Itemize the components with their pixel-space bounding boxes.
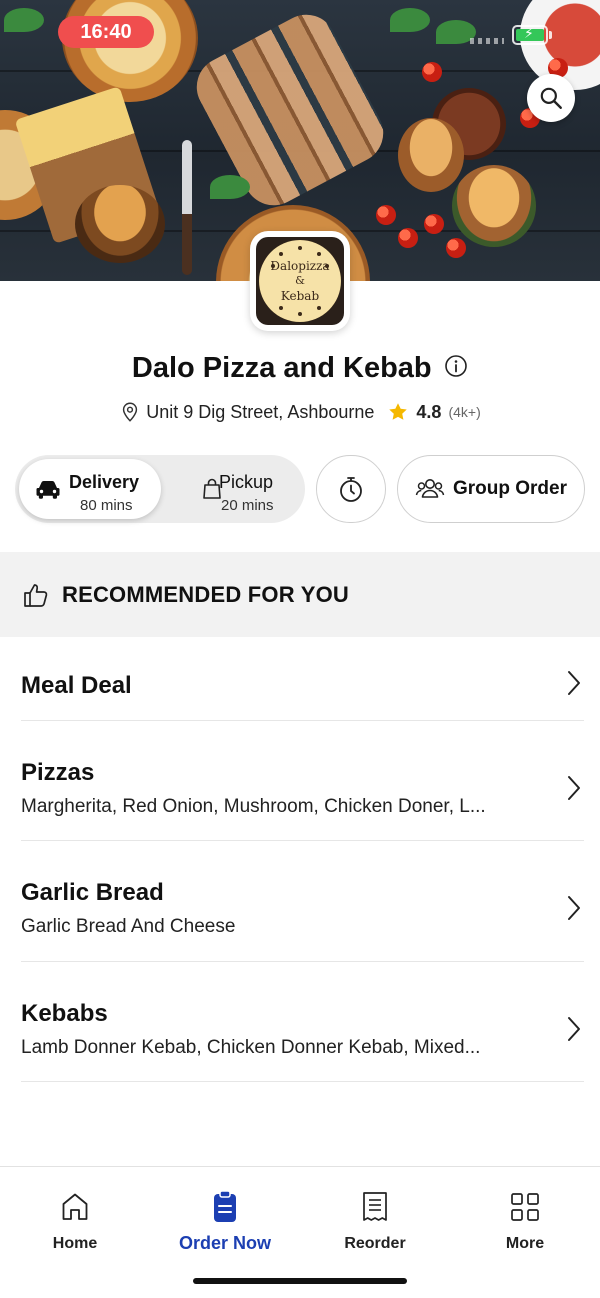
nav-home-label: Home [52, 1235, 98, 1252]
category-description: Lamb Donner Kebab, Chicken Donner Kebab,… [21, 1037, 481, 1058]
category-name: Meal Deal [21, 672, 132, 699]
nav-more-label: More [505, 1235, 545, 1252]
delivery-time: 80 mins [80, 497, 133, 514]
grid-icon [511, 1193, 539, 1221]
restaurant-logo: Dalopizza & Kebab [250, 231, 350, 331]
burger-image [452, 165, 536, 247]
pickup-label: Pickup [219, 472, 274, 492]
pickup-option[interactable]: Pickup 20 mins [165, 459, 301, 519]
home-icon [62, 1193, 88, 1220]
logo-text-line2: & [295, 274, 305, 287]
restaurant-title-row: Dalo Pizza and Kebab [0, 352, 600, 385]
burger-image [75, 185, 165, 263]
group-order-label: Group Order [452, 478, 567, 499]
nav-home[interactable]: Home [0, 1189, 150, 1253]
status-time: 16:40 [58, 16, 154, 48]
search-icon [540, 87, 562, 109]
car-icon [36, 481, 60, 499]
recommended-banner[interactable]: RECOMMENDED FOR YOU [0, 552, 600, 637]
group-order-button[interactable]: Group Order [397, 455, 585, 523]
rating-value: 4.8 [416, 401, 442, 422]
rating-count: (4k+) [448, 404, 481, 420]
search-button[interactable] [527, 74, 575, 122]
knife-image [182, 140, 192, 275]
category-description: Garlic Bread And Cheese [21, 916, 236, 937]
category-row[interactable]: Meal Deal [21, 660, 584, 721]
category-name: Pizzas [21, 759, 95, 786]
chevron-right-icon [568, 671, 580, 695]
delivery-option[interactable]: Delivery 80 mins [19, 459, 161, 519]
delivery-label: Delivery [69, 472, 140, 492]
pickup-time: 20 mins [221, 497, 274, 514]
nav-order-now-label: Order Now [178, 1233, 271, 1253]
order-now-icon [214, 1190, 236, 1222]
chevron-right-icon [568, 896, 580, 920]
address-row: Unit 9 Dig Street, Ashbourne 4.8 (4k+) [0, 400, 600, 424]
chevron-right-icon [568, 776, 580, 800]
category-row[interactable]: Pizzas Margherita, Red Onion, Mushroom, … [21, 721, 584, 841]
group-icon [415, 479, 445, 498]
burger-image [398, 118, 464, 192]
thumbs-up-icon [24, 583, 48, 607]
nav-order-now[interactable]: Order Now [150, 1189, 300, 1254]
logo-text-line1: Dalopizza [270, 259, 330, 273]
home-indicator [193, 1278, 407, 1284]
star-icon [389, 403, 408, 420]
category-row[interactable]: Garlic Bread Garlic Bread And Cheese [21, 841, 584, 962]
category-description: Margherita, Red Onion, Mushroom, Chicken… [21, 796, 486, 817]
receipt-icon [363, 1192, 387, 1221]
info-icon[interactable] [444, 354, 468, 383]
schedule-button[interactable] [316, 455, 386, 523]
category-name: Garlic Bread [21, 879, 164, 906]
nav-more[interactable]: More [450, 1189, 600, 1253]
nav-reorder[interactable]: Reorder [300, 1189, 450, 1253]
chevron-right-icon [568, 1017, 580, 1041]
order-mode-toggle: Delivery 80 mins Pickup 20 mins [15, 455, 305, 523]
battery-icon: ⚡ [512, 25, 552, 45]
logo-text-line3: Kebab [280, 289, 320, 303]
restaurant-address: Unit 9 Dig Street, Ashbourne [146, 401, 375, 422]
category-row[interactable]: Kebabs Lamb Donner Kebab, Chicken Donner… [21, 962, 584, 1082]
signal-icon [470, 38, 504, 44]
nav-reorder-label: Reorder [344, 1235, 406, 1252]
timer-icon [340, 477, 362, 502]
recommended-label: RECOMMENDED FOR YOU [62, 581, 349, 607]
restaurant-name: Dalo Pizza and Kebab [131, 352, 432, 384]
category-name: Kebabs [21, 1000, 108, 1027]
location-pin-icon [123, 402, 138, 422]
